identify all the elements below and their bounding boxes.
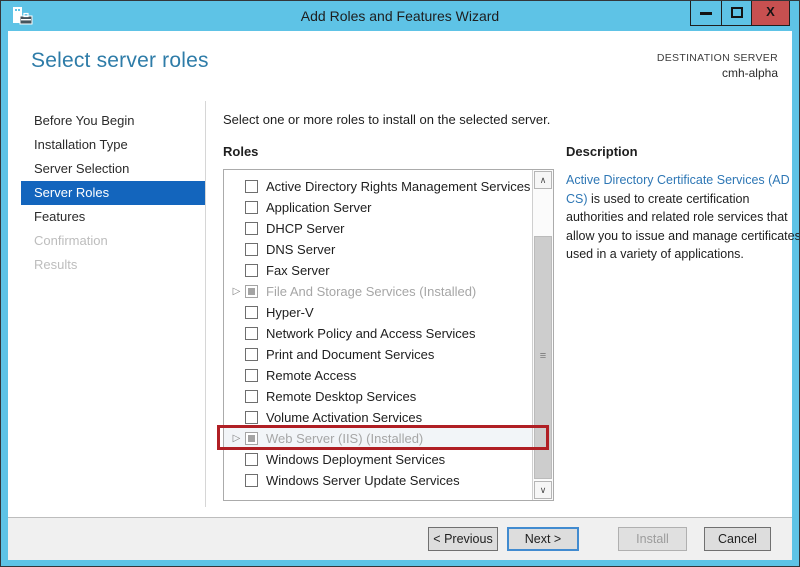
sidebar-item-features[interactable]: Features (21, 205, 205, 229)
footer-buttons: < Previous Next > Install Cancel (428, 527, 771, 551)
role-label: Fax Server (266, 263, 330, 278)
role-row[interactable]: DHCP Server (224, 218, 532, 239)
role-label: Active Directory Rights Management Servi… (266, 179, 530, 194)
role-label: Remote Access (266, 368, 356, 383)
role-label: Remote Desktop Services (266, 389, 416, 404)
role-row[interactable]: Remote Desktop Services (224, 386, 532, 407)
role-checkbox[interactable] (245, 264, 258, 277)
role-checkbox[interactable] (245, 453, 258, 466)
role-row[interactable]: Print and Document Services (224, 344, 532, 365)
scroll-down-icon[interactable]: ∨ (534, 481, 552, 499)
close-icon: X (752, 4, 789, 19)
role-checkbox[interactable] (245, 348, 258, 361)
roles-listbox: Active Directory Rights Management Servi… (223, 169, 554, 501)
maximize-icon (731, 7, 743, 18)
page-title: Select server roles (31, 49, 209, 73)
role-label: Application Server (266, 200, 372, 215)
role-checkbox[interactable] (245, 411, 258, 424)
minimize-button[interactable] (691, 1, 721, 25)
destination-server-name: cmh-alpha (657, 66, 778, 80)
roles-scrollbar[interactable]: ∧ ≡ ∨ (532, 170, 553, 500)
role-label: File And Storage Services (Installed) (266, 284, 476, 299)
role-checkbox[interactable] (245, 474, 258, 487)
expander-icon[interactable]: ▷ (228, 281, 245, 302)
role-checkbox[interactable] (245, 306, 258, 319)
next-button[interactable]: Next > (507, 527, 579, 551)
role-row[interactable]: Active Directory Rights Management Servi… (224, 176, 532, 197)
role-row[interactable]: Volume Activation Services (224, 407, 532, 428)
destination-server-block: DESTINATION SERVER cmh-alpha (657, 52, 778, 80)
window-controls: X (690, 1, 790, 26)
maximize-button[interactable] (721, 1, 751, 25)
role-row[interactable]: DNS Server (224, 239, 532, 260)
close-button[interactable]: X (751, 1, 789, 25)
roles-list: Active Directory Rights Management Servi… (224, 176, 532, 491)
role-label: DHCP Server (266, 221, 345, 236)
role-checkbox[interactable] (245, 201, 258, 214)
role-row[interactable]: Remote Access (224, 365, 532, 386)
role-label: Print and Document Services (266, 347, 434, 362)
role-label: Volume Activation Services (266, 410, 422, 425)
footer: < Previous Next > Install Cancel (8, 518, 792, 560)
sidebar-item-results: Results (21, 253, 205, 277)
instruction-text: Select one or more roles to install on t… (223, 112, 550, 127)
description-panel: Active Directory Certificate Services (A… (566, 171, 800, 264)
role-label: Hyper-V (266, 305, 314, 320)
cancel-button[interactable]: Cancel (704, 527, 771, 551)
role-checkbox[interactable] (245, 327, 258, 340)
wizard-body: Select server roles DESTINATION SERVER c… (8, 31, 792, 560)
role-checkbox[interactable] (245, 180, 258, 193)
role-checkbox[interactable] (245, 432, 258, 445)
expander-icon[interactable]: ▷ (228, 428, 245, 449)
role-checkbox[interactable] (245, 222, 258, 235)
previous-button[interactable]: < Previous (428, 527, 498, 551)
role-row[interactable]: Windows Deployment Services (224, 449, 532, 470)
sidebar-item-installation-type[interactable]: Installation Type (21, 133, 205, 157)
roles-heading: Roles (223, 144, 258, 159)
minimize-icon (700, 12, 712, 15)
scrollbar-grip-icon: ≡ (535, 350, 551, 362)
description-heading: Description (566, 144, 638, 159)
window-title: Add Roles and Features Wizard (1, 8, 799, 24)
sidebar-item-server-selection[interactable]: Server Selection (21, 157, 205, 181)
install-button[interactable]: Install (618, 527, 687, 551)
checkbox-indeterminate-fill (248, 288, 255, 295)
role-checkbox[interactable] (245, 390, 258, 403)
wizard-window: Add Roles and Features Wizard X Select s… (0, 0, 800, 567)
role-row[interactable]: Windows Server Update Services (224, 470, 532, 491)
destination-server-label: DESTINATION SERVER (657, 52, 778, 64)
sidebar-item-server-roles[interactable]: Server Roles (21, 181, 205, 205)
role-row[interactable]: Hyper-V (224, 302, 532, 323)
role-description-text: is used to create certification authorit… (566, 192, 800, 262)
role-row[interactable]: Fax Server (224, 260, 532, 281)
role-label: DNS Server (266, 242, 335, 257)
role-checkbox[interactable] (245, 243, 258, 256)
role-checkbox[interactable] (245, 369, 258, 382)
role-label: Web Server (IIS) (Installed) (266, 431, 423, 446)
wizard-steps: Before You BeginInstallation TypeServer … (21, 109, 205, 277)
role-row[interactable]: ▷ Web Server (IIS) (Installed) (224, 428, 532, 449)
role-row[interactable]: Network Policy and Access Services (224, 323, 532, 344)
titlebar: Add Roles and Features Wizard X (1, 1, 799, 31)
sidebar-divider (205, 101, 206, 507)
checkbox-indeterminate-fill (248, 435, 255, 442)
role-row[interactable]: Application Server (224, 197, 532, 218)
scroll-up-icon[interactable]: ∧ (534, 171, 552, 189)
role-label: Windows Deployment Services (266, 452, 445, 467)
sidebar-item-before-you-begin[interactable]: Before You Begin (21, 109, 205, 133)
role-checkbox[interactable] (245, 285, 258, 298)
role-row[interactable]: ▷ File And Storage Services (Installed) (224, 281, 532, 302)
role-label: Network Policy and Access Services (266, 326, 476, 341)
role-label: Windows Server Update Services (266, 473, 460, 488)
scrollbar-thumb[interactable]: ≡ (534, 236, 552, 479)
sidebar-item-confirmation: Confirmation (21, 229, 205, 253)
